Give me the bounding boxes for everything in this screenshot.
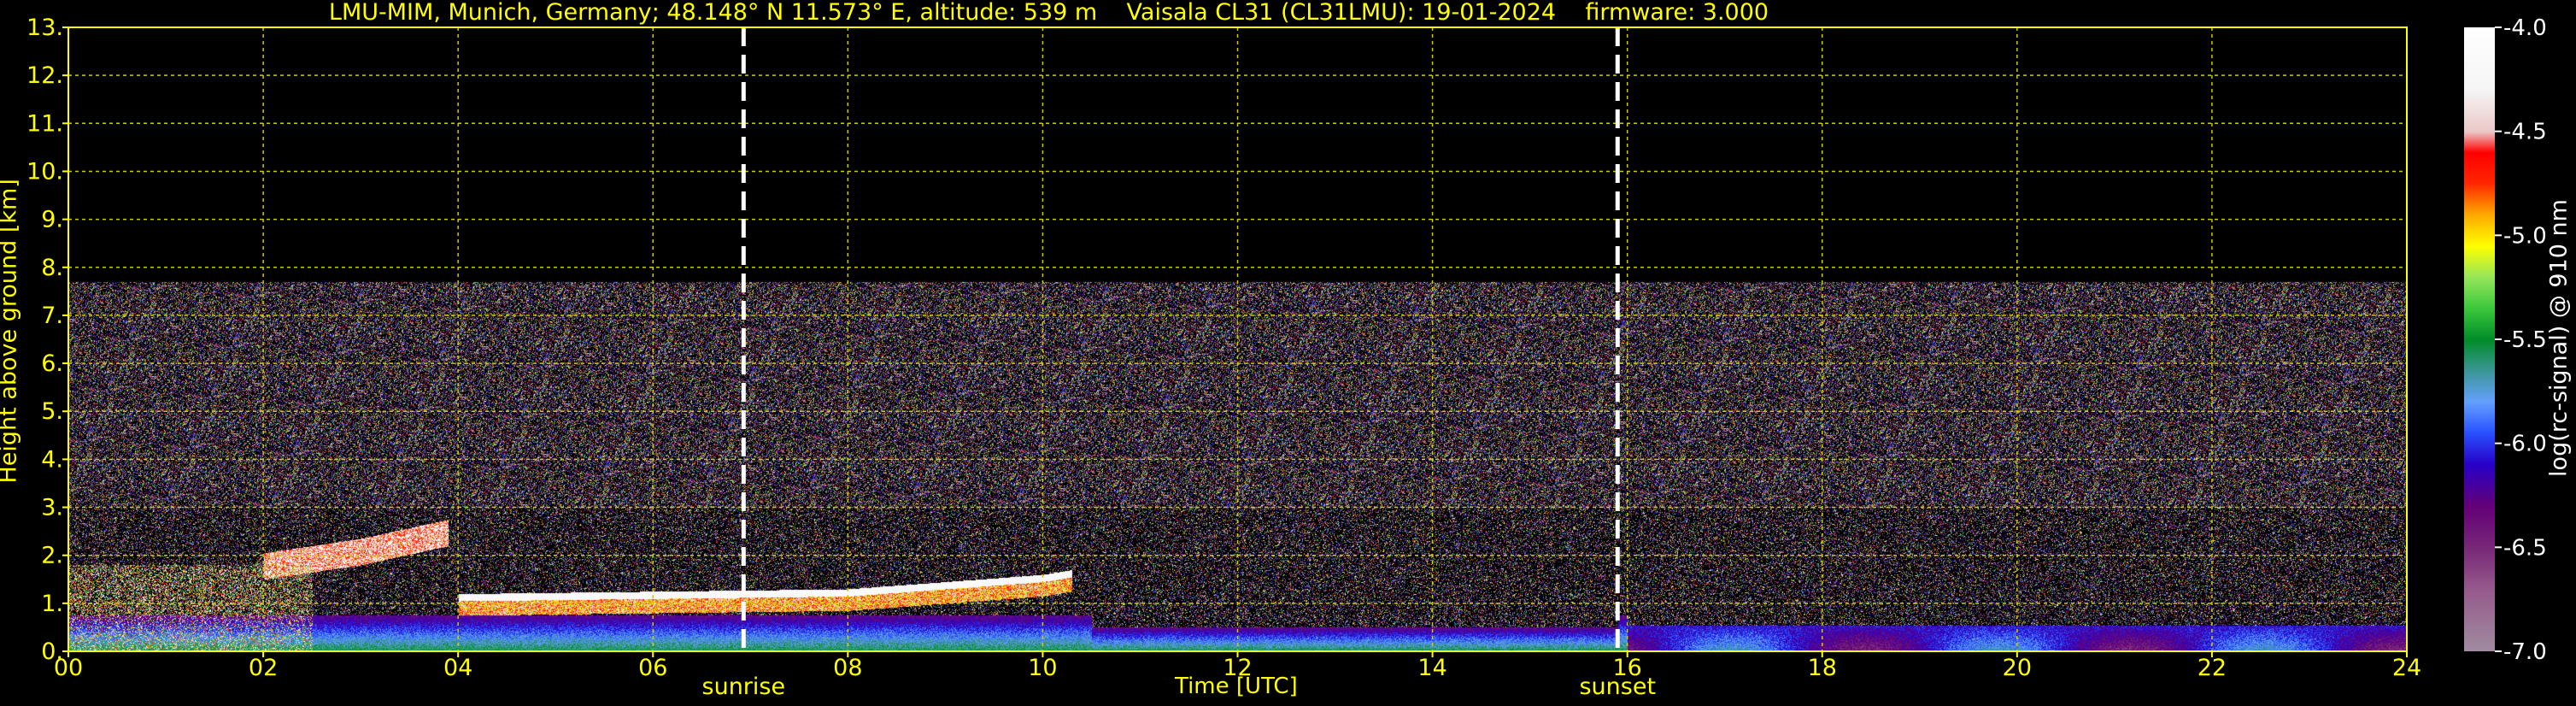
x-tick-label: 06 <box>638 655 667 681</box>
plot-frame <box>67 26 2408 652</box>
colorbar-tick-label: -6.0 <box>2503 432 2547 457</box>
colorbar <box>2464 27 2495 651</box>
colorbar-tick-label: -5.5 <box>2503 327 2547 353</box>
x-tick-label: 24 <box>2392 655 2421 681</box>
y-tick-label: 10. <box>26 158 63 185</box>
y-tick-label: 3. <box>41 495 63 521</box>
x-tick-label: 22 <box>2198 655 2227 681</box>
y-tick-label: 11. <box>26 110 63 137</box>
x-tick-label: 16 <box>1612 655 1641 681</box>
x-tick-label: 10 <box>1028 655 1057 681</box>
y-tick-label: 0. <box>41 638 63 665</box>
y-tick-label: 4. <box>41 446 63 473</box>
x-tick-label: 02 <box>249 655 278 681</box>
plot-overlay: -4.0-4.5-5.0-5.5-6.0-6.5-7.0sunrise sunse… <box>26 15 2547 700</box>
colorbar-tick-label: -5.0 <box>2503 223 2547 249</box>
colorbar-tick-label: -4.5 <box>2503 120 2547 145</box>
annotation-sunrise-label: sunrise <box>702 674 786 700</box>
colorbar-tick-label: -7.0 <box>2503 639 2547 665</box>
y-tick-label: 2. <box>41 543 63 569</box>
colorbar-tick-label: -4.0 <box>2503 15 2547 41</box>
colorbar-tick-label: -6.5 <box>2503 535 2547 561</box>
x-tick-label: 04 <box>443 655 472 681</box>
x-tick-label: 08 <box>833 655 862 681</box>
y-tick-label: 8. <box>41 255 63 281</box>
colorbar-label: log(rc-signal) @ 910 nm <box>2545 199 2573 477</box>
y-tick-label: 5. <box>41 398 63 425</box>
x-axis-label: Time [UTC] <box>1175 674 1298 699</box>
x-tick-label: 18 <box>1808 655 1837 681</box>
y-tick-label: 12. <box>26 62 63 89</box>
y-tick-label: 13. <box>26 15 63 41</box>
y-tick-label: 9. <box>41 207 63 233</box>
x-tick-label: 20 <box>2003 655 2032 681</box>
x-tick-label: 14 <box>1417 655 1446 681</box>
y-tick-label: 6. <box>41 350 63 377</box>
ceilometer-figure: LMU-MIM, Munich, Germany; 48.148° N 11.5… <box>0 0 2576 706</box>
y-tick-label: 1. <box>41 591 63 617</box>
y-axis-label: Height above ground [km] <box>0 179 22 484</box>
y-tick-label: 7. <box>41 303 63 329</box>
